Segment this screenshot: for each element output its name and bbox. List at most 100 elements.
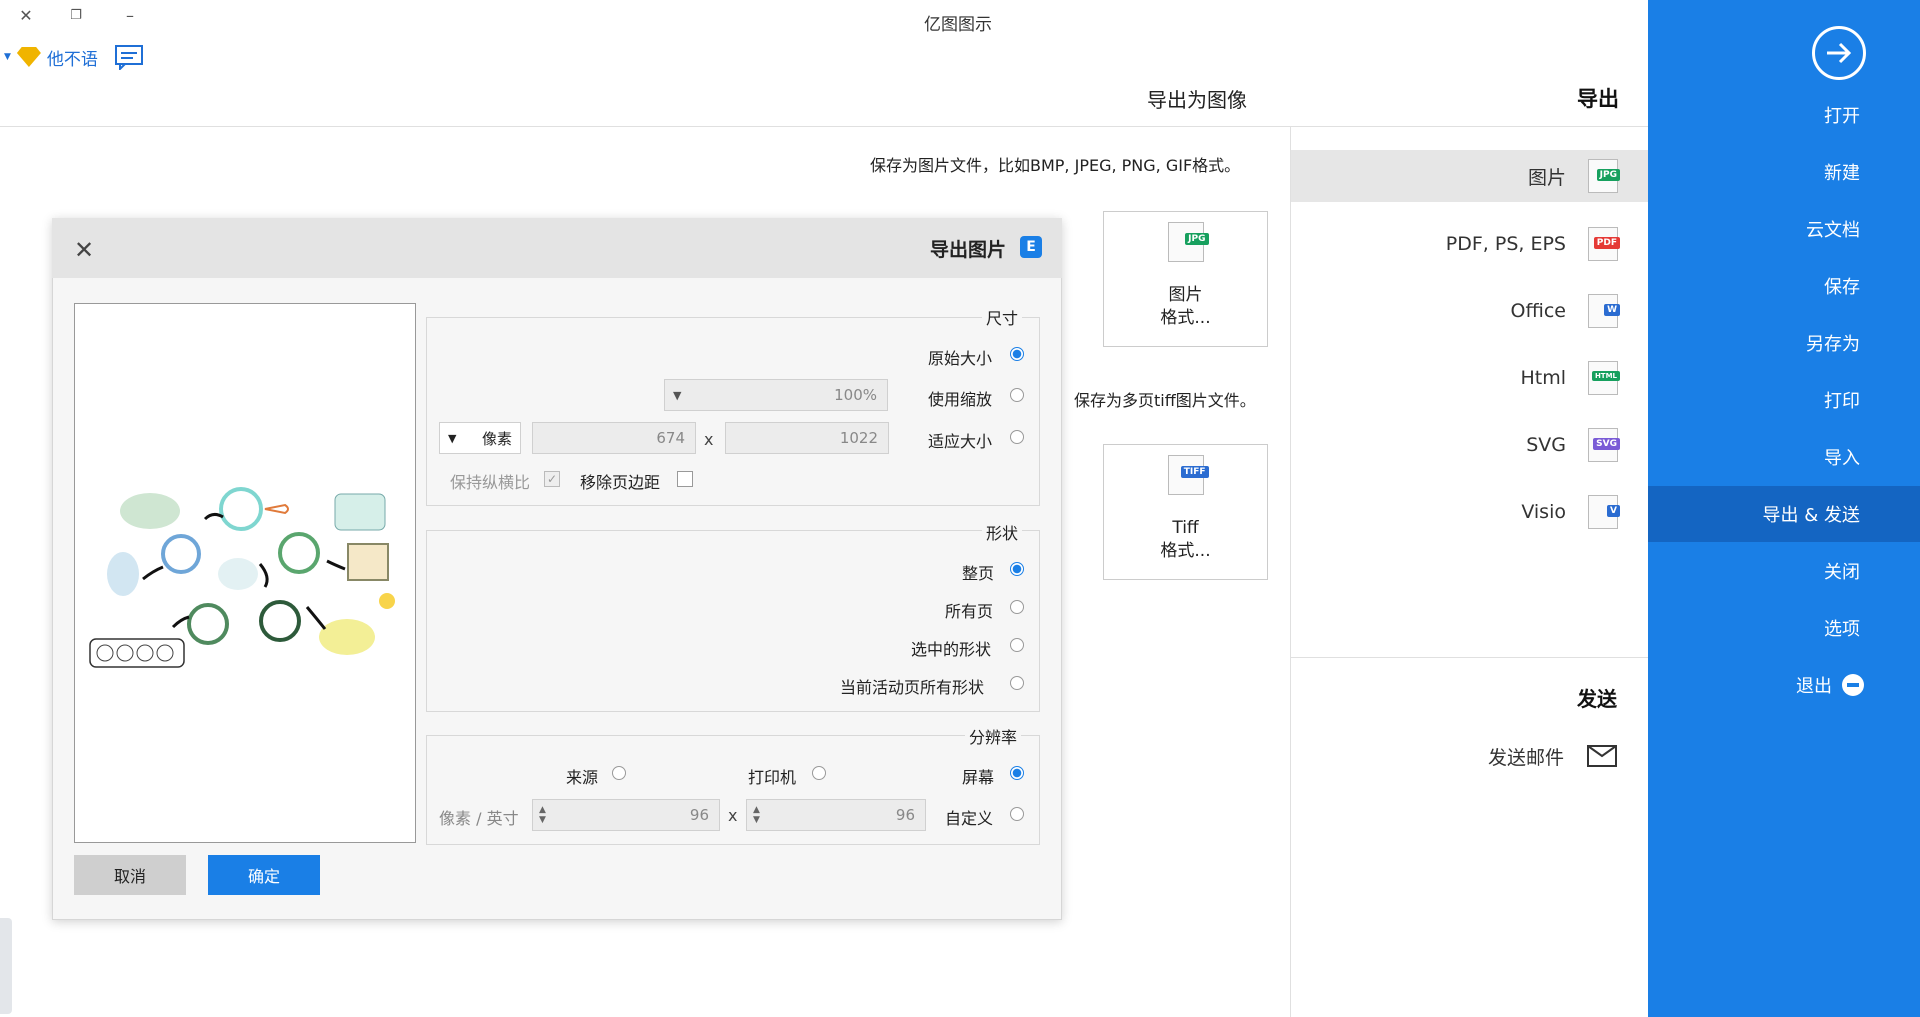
send-mail-item[interactable]: 发送邮件: [1291, 730, 1648, 782]
format-item-html[interactable]: Html HTML: [1291, 352, 1648, 404]
selected-shapes-radio[interactable]: [1010, 638, 1024, 652]
user-area[interactable]: ▼ 他不语: [4, 44, 144, 70]
printer-label: 打印机: [748, 768, 797, 787]
dpi-x-input[interactable]: ▲ ▼ 96: [746, 799, 926, 831]
format-item-svg[interactable]: SVG SVG: [1291, 419, 1648, 471]
sidebar-item-save[interactable]: 保存: [1648, 258, 1920, 314]
source-radio[interactable]: [612, 766, 626, 780]
back-arrow-icon[interactable]: [1812, 26, 1866, 80]
dropdown-arrow-icon[interactable]: ▼: [4, 52, 11, 62]
fit-size-radio[interactable]: [1010, 430, 1024, 444]
card-line1: Tiff: [1172, 518, 1199, 538]
original-size-radio[interactable]: [1010, 347, 1024, 361]
sidebar-item-label: 云文档: [1806, 220, 1860, 241]
sidebar-item-label: 另存为: [1806, 334, 1860, 355]
format-item-pdf[interactable]: PDF, PS, EPS PDF: [1291, 218, 1648, 270]
sidebar-item-export-send[interactable]: 导出 & 发送: [1648, 486, 1920, 542]
sidebar-item-close[interactable]: 关闭: [1648, 543, 1920, 599]
whole-page-radio[interactable]: [1010, 562, 1024, 576]
height-input[interactable]: 674: [532, 422, 696, 454]
exit-minus-icon: [1842, 674, 1864, 696]
file-tag: V: [1607, 505, 1620, 517]
width-value: 1022: [839, 429, 878, 447]
sidebar-item-print[interactable]: 打印: [1648, 372, 1920, 428]
page-heading: 导出为图像: [1147, 88, 1247, 112]
size-x-label: x: [704, 430, 714, 449]
file-tag: PDF: [1593, 237, 1620, 249]
cancel-button[interactable]: 取消: [74, 855, 186, 895]
dpi-y-input[interactable]: ▲ ▼ 96: [532, 799, 720, 831]
tiff-format-card[interactable]: TIFF Tiff 格式...: [1103, 444, 1268, 580]
sidebar-item-import[interactable]: 导入: [1648, 429, 1920, 485]
unit-value: 像素: [481, 429, 512, 448]
all-pages-radio[interactable]: [1010, 600, 1024, 614]
shape-group-label: 形状: [982, 520, 1023, 544]
card-line1: 图片: [1168, 285, 1203, 305]
use-scale-radio[interactable]: [1010, 388, 1024, 402]
sidebar-item-save-as[interactable]: 另存为: [1648, 315, 1920, 371]
dpi-y-value: 96: [689, 806, 709, 824]
diagram-thumbnail: [85, 469, 405, 681]
restore-window-icon[interactable]: ❐: [64, 4, 88, 28]
format-item-image[interactable]: 图片 JPG: [1291, 150, 1648, 202]
user-name[interactable]: 他不语: [47, 45, 98, 70]
feedback-icon[interactable]: [114, 44, 144, 70]
scale-select[interactable]: ▼ 100%: [664, 379, 888, 411]
stepper-arrows-icon[interactable]: ▲ ▼: [539, 805, 546, 825]
export-section-title: 导出: [1577, 87, 1619, 111]
current-page-shapes-radio[interactable]: [1010, 676, 1024, 690]
close-icon[interactable]: ✕: [74, 236, 94, 264]
file-tag: JPG: [1596, 169, 1620, 181]
custom-radio[interactable]: [1010, 807, 1024, 821]
image-format-card[interactable]: JPG 图片格式...: [1103, 211, 1268, 347]
jpg-file-icon: JPG: [1167, 222, 1209, 262]
screen-radio[interactable]: [1010, 766, 1024, 780]
header-divider: [0, 126, 1648, 127]
printer-radio[interactable]: [812, 766, 826, 780]
card-line2: 格式...: [1160, 308, 1211, 328]
mail-icon: [1587, 745, 1617, 767]
source-label: 来源: [566, 768, 599, 787]
sidebar-item-label: 新建: [1824, 163, 1860, 184]
dpi-x-sep: x: [728, 806, 738, 825]
unit-select[interactable]: ▼ 像素: [439, 422, 521, 454]
minimize-window-icon[interactable]: –: [118, 4, 142, 28]
format-item-visio[interactable]: Visio V: [1291, 486, 1648, 538]
stepper-arrows-icon[interactable]: ▲ ▼: [753, 805, 760, 825]
dpi-x-value: 96: [895, 806, 915, 824]
sidebar-item-label: 导入: [1824, 448, 1860, 469]
image-description: 保存为图片文件，比如BMP, JPEG, PNG, GIF格式。: [870, 156, 1241, 175]
jpg-file-icon: JPG: [1588, 159, 1620, 193]
html-file-icon: HTML: [1588, 361, 1620, 395]
close-window-icon[interactable]: ✕: [14, 4, 38, 28]
sidebar-item-label: 打开: [1824, 106, 1860, 127]
dialog-title: 导出图片: [930, 239, 1007, 261]
sidebar-item-label: 退出: [1796, 676, 1832, 697]
format-label: PDF, PS, EPS: [1445, 233, 1566, 255]
image-preview: [74, 303, 416, 843]
sidebar-item-options[interactable]: 选项: [1648, 600, 1920, 656]
keep-ratio-checkbox[interactable]: ✓: [544, 471, 560, 487]
sidebar-item-label: 选项: [1824, 619, 1860, 640]
send-separator: [1291, 657, 1648, 658]
side-panel-handle[interactable]: [0, 918, 12, 1014]
sidebar-item-new[interactable]: 新建: [1648, 144, 1920, 200]
window-title: 亿图图示: [924, 15, 992, 35]
remove-margin-checkbox[interactable]: [677, 471, 693, 487]
format-label: Office: [1510, 300, 1566, 322]
dialog-header: [52, 218, 1062, 278]
format-label: Visio: [1521, 501, 1566, 523]
all-pages-label: 所有页: [945, 602, 994, 621]
sidebar-item-cloud[interactable]: 云文档: [1648, 201, 1920, 257]
sidebar-item-exit[interactable]: 退出: [1648, 657, 1920, 713]
vip-badge-icon: [16, 47, 41, 67]
format-item-office[interactable]: Office W: [1291, 285, 1648, 337]
width-input[interactable]: 1022: [725, 422, 889, 454]
sidebar-item-open[interactable]: 打开: [1648, 87, 1920, 143]
file-tag: W: [1604, 304, 1620, 316]
sidebar-item-label: 导出 & 发送: [1762, 505, 1860, 526]
file-tag: JPG: [1185, 233, 1209, 245]
ok-button[interactable]: 确定: [208, 855, 320, 895]
file-tag: SVG: [1593, 438, 1620, 450]
format-label: 图片: [1527, 166, 1566, 189]
